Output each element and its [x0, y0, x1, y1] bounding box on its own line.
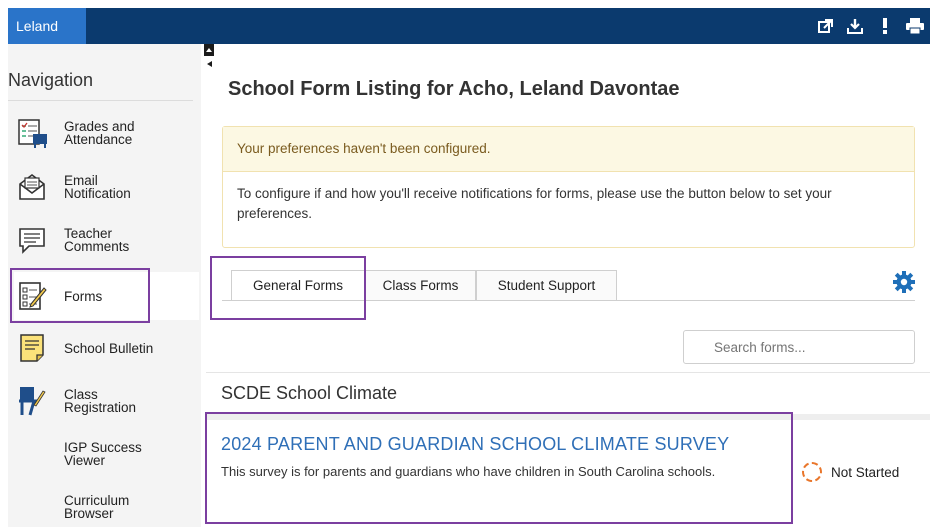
search-input[interactable]: [683, 330, 915, 364]
general-forms-highlight-box: [210, 256, 366, 320]
alert-icon[interactable]: [870, 8, 900, 44]
section-header: SCDE School Climate: [206, 372, 930, 415]
sidebar-item-igp-success[interactable]: IGP Success Viewer: [14, 436, 199, 472]
forms-highlight-box: [10, 268, 150, 323]
not-started-icon: [802, 462, 822, 482]
sidebar-item-label: Curriculum Browser: [64, 493, 130, 521]
user-tab[interactable]: Leland: [8, 8, 86, 44]
comment-icon: [14, 222, 50, 258]
top-icons: [810, 8, 930, 44]
sidebar-item-label: Email Notification: [64, 173, 131, 201]
nav-divider: [8, 100, 193, 101]
sidebar-item-teacher-comments[interactable]: Teacher Comments: [14, 222, 199, 258]
tab-class-forms[interactable]: Class Forms: [365, 270, 476, 300]
alert-body: To configure if and how you'll receive n…: [237, 186, 832, 221]
tab-student-support[interactable]: Student Support: [476, 270, 617, 300]
survey-highlight-box: [205, 412, 793, 524]
gradebook-icon: [14, 115, 50, 151]
sidebar-item-class-registration[interactable]: Class Registration: [14, 383, 199, 419]
sidebar-item-email[interactable]: Email Notification: [14, 169, 199, 205]
status-text: Not Started: [831, 464, 900, 480]
sidebar-item-label: Teacher Comments: [64, 226, 130, 254]
sidebar-item-curriculum-browser[interactable]: Curriculum Browser: [14, 489, 199, 525]
nav-title: Navigation: [8, 70, 94, 90]
sidebar-item-label: School Bulletin: [64, 340, 154, 356]
envelope-icon: [14, 169, 50, 205]
page-title: School Form Listing for Acho, Leland Dav…: [228, 78, 680, 100]
bulletin-icon: [14, 330, 50, 366]
gear-icon[interactable]: [892, 270, 916, 294]
alert-heading: Your preferences haven't been configured…: [223, 127, 914, 172]
sidebar-item-label: Grades and Attendance: [64, 119, 135, 147]
sidebar-item-label: Class Registration: [64, 387, 137, 415]
print-icon[interactable]: [900, 8, 930, 44]
external-link-icon[interactable]: [810, 8, 840, 44]
sidebar-item-grades[interactable]: Grades and Attendance: [14, 115, 199, 151]
download-icon[interactable]: [840, 8, 870, 44]
preferences-alert: Your preferences haven't been configured…: [222, 126, 915, 248]
desk-icon: [14, 383, 50, 419]
sidebar-item-label: IGP Success Viewer: [64, 440, 142, 468]
window-frame: [0, 0, 930, 8]
main-content: School Form Listing for Acho, Leland Dav…: [205, 44, 930, 527]
sidebar-item-school-bulletin[interactable]: School Bulletin: [14, 330, 199, 366]
top-bar: Leland: [8, 8, 930, 44]
form-status: Not Started: [802, 462, 899, 482]
section-title: SCDE School Climate: [221, 383, 398, 403]
